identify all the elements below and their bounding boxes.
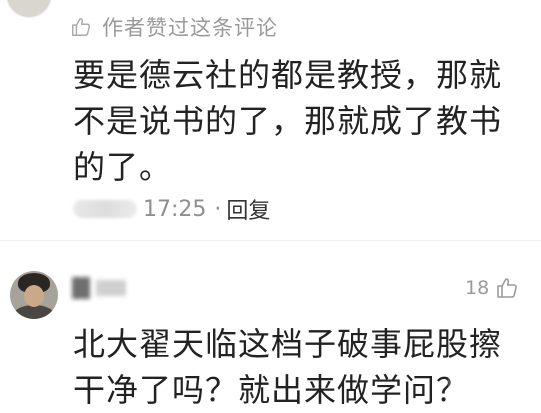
avatar[interactable] (6, 0, 52, 18)
avatar[interactable] (10, 271, 58, 319)
thumbs-up-icon (497, 278, 518, 298)
author-liked-label: 作者赞过这条评论 (102, 16, 278, 40)
comment-text-line: 的了。 (73, 148, 173, 186)
like-button[interactable]: 18 (465, 271, 519, 305)
comment-text-line: 北大翟天临这档子破事屁股擦 (73, 325, 503, 363)
meta-separator: · (214, 196, 222, 222)
thumbs-up-icon (72, 18, 91, 36)
watermark-fade (448, 376, 541, 401)
comment-item: 作者赞过这条评论 要是德云社的都是教授，那就 不是说书的了，那就成了教书 的了。… (0, 0, 541, 236)
author-liked-notice: 作者赞过这条评论 (70, 12, 278, 42)
comment-text-line: 不是说书的了，那就成了教书 (73, 102, 503, 140)
like-count: 18 (465, 277, 490, 299)
blurred-username[interactable] (72, 271, 126, 305)
blurred-username (73, 200, 137, 218)
comment-meta: 17:25 · 回复 (73, 192, 270, 226)
comment-time: 17:25 (143, 196, 207, 222)
comment-text-line: 要是德云社的都是教授，那就 (73, 56, 503, 94)
reply-button[interactable]: 回复 (226, 193, 270, 225)
comment-text: 要是德云社的都是教授，那就 不是说书的了，那就成了教书 的了。 (73, 52, 523, 190)
